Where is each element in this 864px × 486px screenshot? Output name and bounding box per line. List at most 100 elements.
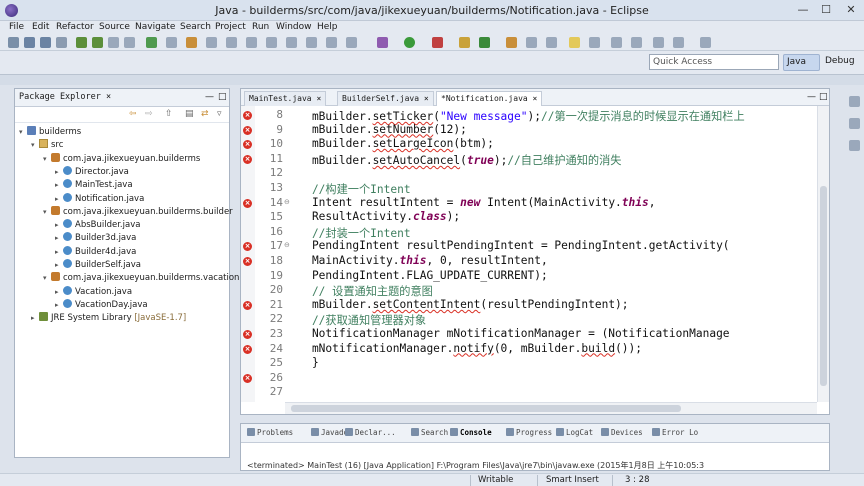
code-line[interactable]: //构建一个Intent (285, 181, 411, 197)
error-marker-icon[interactable]: × (243, 257, 252, 266)
code-line[interactable]: ResultActivity.class); (285, 210, 460, 223)
error-marker-icon[interactable]: × (243, 154, 252, 164)
tree-item[interactable]: ▸ AbsBuilder.java (55, 219, 140, 232)
highlight-icon[interactable] (569, 37, 580, 48)
maximize-icon[interactable]: ☐ (815, 3, 837, 18)
forward-icon[interactable] (700, 37, 711, 48)
debug-perspective-button[interactable]: Debug (822, 54, 864, 71)
close-tab-icon[interactable]: × (424, 94, 429, 103)
bottom-tab[interactable]: Problems (247, 428, 293, 437)
tab-notification[interactable]: *Notification.java × (436, 91, 543, 106)
vertical-scroll-thumb[interactable] (820, 186, 827, 386)
collapsed-arrow-icon[interactable]: ▸ (31, 314, 39, 322)
back-icon[interactable] (673, 37, 684, 48)
minimize-icon[interactable]: — (792, 3, 814, 18)
collapsed-arrow-icon[interactable]: ▸ (55, 168, 63, 176)
code-line[interactable]: //获取通知管理器对象 (285, 312, 426, 328)
bottom-tab[interactable]: Declar... (345, 428, 396, 437)
menu-project[interactable]: Project (215, 22, 246, 32)
bottom-tab[interactable]: Console (450, 428, 492, 437)
bottom-tab[interactable]: Search (411, 428, 448, 437)
debug-icon[interactable] (377, 37, 388, 48)
tree-item[interactable]: ▸ Builder3d.java (55, 232, 136, 245)
external-tools-icon[interactable] (432, 37, 443, 48)
new-icon[interactable] (8, 37, 19, 48)
error-marker-icon[interactable]: × (243, 111, 252, 120)
new-android-project-icon[interactable] (124, 37, 135, 48)
task-list-icon[interactable] (849, 140, 860, 151)
code-line[interactable]: //封装一个Intent (285, 225, 411, 241)
collapse-all-icon[interactable]: ▤ (185, 109, 194, 119)
tree-item[interactable]: ▾ src (31, 139, 63, 152)
tree-item[interactable]: ▾ com.java.jikexueyuan.builderms.builder (43, 205, 233, 219)
menu-file[interactable]: File (9, 22, 24, 32)
error-marker-icon[interactable]: × (243, 140, 252, 150)
code-line[interactable]: mBuilder.setContentIntent(resultPendingI… (285, 298, 629, 311)
android-sdk-icon[interactable] (76, 37, 87, 48)
print-icon[interactable] (56, 37, 67, 48)
collapsed-arrow-icon[interactable]: ▸ (55, 221, 63, 229)
tab-builderself[interactable]: BuilderSelf.java × (337, 91, 434, 106)
expanded-arrow-icon[interactable]: ▾ (19, 128, 27, 136)
restore-view-icon[interactable] (849, 96, 860, 107)
annotation-ruler[interactable]: × × × × × × × × × × × (241, 106, 255, 402)
horizontal-scrollbar[interactable] (285, 402, 817, 414)
error-marker-icon[interactable]: × (243, 344, 252, 354)
link-with-editor-icon[interactable]: ⇄ (201, 109, 209, 119)
tree-item[interactable]: ▾ com.java.jikexueyuan.builderms.vacation (43, 272, 239, 285)
open-type-hierarchy-icon[interactable] (506, 37, 517, 48)
close-view-icon[interactable]: × (106, 92, 111, 102)
menu-window[interactable]: Window (276, 22, 312, 32)
web-browser-icon[interactable] (326, 37, 337, 48)
view-menu-icon[interactable]: ▿ (217, 109, 222, 119)
maximize-editor-icon[interactable]: □ (819, 92, 828, 102)
expanded-arrow-icon[interactable]: ▾ (43, 208, 51, 216)
menu-help[interactable]: Help (317, 22, 338, 32)
error-marker-icon[interactable]: × (243, 300, 252, 310)
tree-item[interactable]: ▸ Builder4d.java (55, 245, 136, 259)
word-wrap-icon[interactable] (589, 37, 600, 48)
lint-icon[interactable] (108, 37, 119, 48)
code-line[interactable]: mNotificationManager.notify(0, mBuilder.… (285, 342, 642, 355)
collapsed-arrow-icon[interactable]: ▸ (55, 181, 63, 189)
code-line[interactable]: Intent resultIntent = new Intent(MainAct… (285, 196, 656, 209)
tree-item[interactable]: ▾ builderms (19, 126, 81, 139)
error-marker-icon[interactable]: × (243, 330, 252, 339)
outline-view-icon[interactable] (849, 118, 860, 129)
tab-maintest[interactable]: MainTest.java × (244, 91, 327, 106)
forward-arrow-icon[interactable]: ⇨ (145, 109, 153, 119)
vertical-scrollbar[interactable] (817, 106, 829, 402)
bottom-tab[interactable]: LogCat (556, 428, 593, 437)
tree-item[interactable]: ▸ Director.java (55, 165, 129, 179)
collapsed-arrow-icon[interactable]: ▸ (55, 261, 63, 269)
next-annotation-icon[interactable] (611, 37, 622, 48)
tree-item[interactable]: ▾ com.java.jikexueyuan.builderms (43, 152, 200, 166)
collapsed-arrow-icon[interactable]: ▸ (55, 248, 63, 256)
code-line[interactable]: mBuilder.setTicker("New message");//第一次提… (285, 108, 745, 124)
tree-item[interactable]: ▸ VacationDay.java (55, 298, 148, 312)
search-icon[interactable] (526, 37, 537, 48)
save-icon[interactable] (24, 37, 35, 48)
sync-icon[interactable] (286, 37, 297, 48)
error-marker-icon[interactable]: × (243, 373, 252, 383)
code-line[interactable]: mBuilder.setAutoCancel(true);//自己维护通知的消失 (285, 152, 622, 168)
open-type-icon[interactable] (166, 37, 177, 48)
java-perspective-button[interactable]: Java (783, 54, 820, 71)
tree-item[interactable]: ▸ MainTest.java (55, 179, 133, 192)
new-java-package-icon[interactable] (459, 37, 470, 48)
quick-access-input[interactable]: Quick Access (649, 54, 779, 70)
code-line[interactable]: // 设置通知主题的意图 (285, 283, 433, 299)
run-icon[interactable] (404, 37, 415, 48)
previous-annotation-icon[interactable] (631, 37, 642, 48)
up-icon[interactable]: ⇧ (165, 109, 173, 119)
expanded-arrow-icon[interactable]: ▾ (43, 274, 51, 282)
code-line[interactable]: PendingIntent.FLAG_UPDATE_CURRENT); (285, 269, 548, 282)
pin-editor-icon[interactable] (266, 37, 277, 48)
menu-source[interactable]: Source (99, 22, 130, 32)
collapsed-arrow-icon[interactable]: ▸ (55, 234, 63, 242)
collapsed-arrow-icon[interactable]: ▸ (55, 301, 63, 309)
last-edit-icon[interactable] (653, 37, 664, 48)
code-line[interactable]: } (285, 356, 319, 369)
horizontal-scroll-thumb[interactable] (291, 405, 681, 412)
menu-navigate[interactable]: Navigate (135, 22, 175, 32)
